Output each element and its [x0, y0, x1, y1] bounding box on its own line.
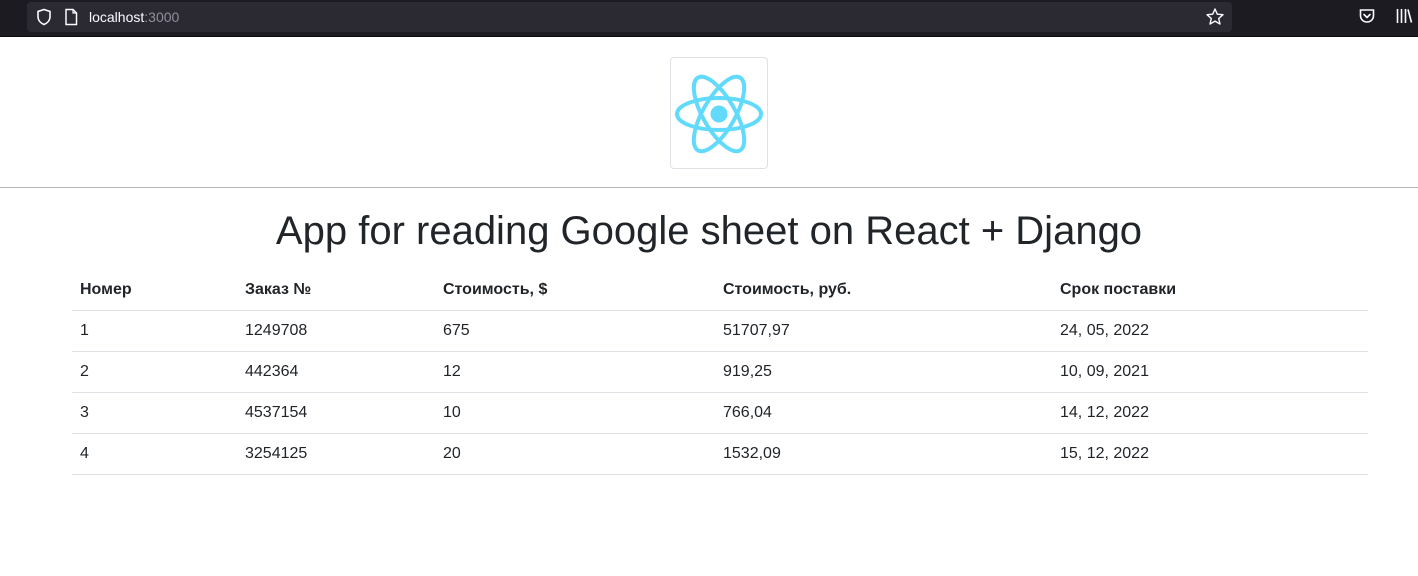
cell-cost-rub: 1532,09: [715, 433, 1052, 475]
header-cost-usd: Стоимость, $: [435, 270, 715, 311]
cell-order: 3254125: [237, 433, 435, 475]
cell-number: 3: [72, 392, 237, 434]
table-row: 1 1249708 675 51707,97 24, 05, 2022: [72, 310, 1368, 352]
table-header-row: Номер Заказ № Стоимость, $ Стоимость, ру…: [72, 270, 1368, 311]
star-icon[interactable]: [1205, 7, 1225, 27]
logo-container: [670, 57, 768, 169]
cell-number: 4: [72, 433, 237, 475]
cell-cost-rub: 919,25: [715, 351, 1052, 393]
cell-cost-usd: 675: [435, 310, 715, 352]
orders-table: Номер Заказ № Стоимость, $ Стоимость, ру…: [72, 270, 1368, 475]
cell-delivery-date: 14, 12, 2022: [1052, 392, 1368, 434]
pocket-icon[interactable]: [1358, 7, 1376, 25]
table-row: 4 3254125 20 1532,09 15, 12, 2022: [72, 433, 1368, 475]
cell-order: 1249708: [237, 310, 435, 352]
library-icon[interactable]: [1395, 7, 1413, 25]
cell-cost-usd: 20: [435, 433, 715, 475]
table-row: 2 442364 12 919,25 10, 09, 2021: [72, 351, 1368, 393]
cell-number: 1: [72, 310, 237, 352]
cell-cost-rub: 766,04: [715, 392, 1052, 434]
url-port: :3000: [144, 9, 180, 25]
url-host: localhost: [89, 9, 145, 25]
header-delivery-date: Срок поставки: [1052, 270, 1368, 311]
header-order: Заказ №: [237, 270, 435, 311]
cell-delivery-date: 15, 12, 2022: [1052, 433, 1368, 475]
cell-delivery-date: 10, 09, 2021: [1052, 351, 1368, 393]
browser-toolbar: localhost:3000: [0, 0, 1418, 37]
cell-number: 2: [72, 351, 237, 393]
header-number: Номер: [72, 270, 237, 311]
url-text[interactable]: localhost:3000: [89, 9, 179, 25]
cell-cost-rub: 51707,97: [715, 310, 1052, 352]
table-row: 3 4537154 10 766,04 14, 12, 2022: [72, 392, 1368, 434]
react-logo-icon: [675, 74, 763, 154]
page-header: [0, 37, 1418, 188]
address-bar[interactable]: localhost:3000: [27, 2, 1232, 32]
cell-cost-usd: 10: [435, 392, 715, 434]
page-title: App for reading Google sheet on React + …: [275, 209, 1143, 253]
cell-order: 442364: [237, 351, 435, 393]
cell-order: 4537154: [237, 392, 435, 434]
cell-cost-usd: 12: [435, 351, 715, 393]
cell-delivery-date: 24, 05, 2022: [1052, 310, 1368, 352]
header-cost-rub: Стоимость, руб.: [715, 270, 1052, 311]
shield-icon[interactable]: [35, 8, 53, 26]
page-icon: [65, 8, 78, 26]
